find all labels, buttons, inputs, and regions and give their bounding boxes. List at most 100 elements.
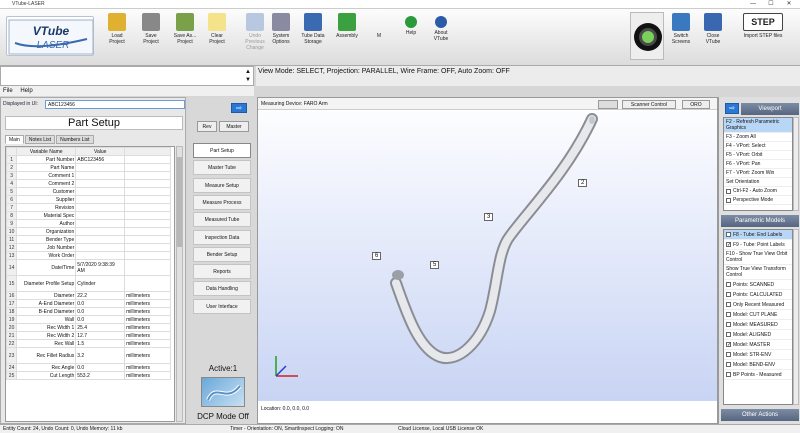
checkbox[interactable] [726,362,731,367]
parametric-model-item[interactable]: Model: BEND-ENV [724,360,792,370]
parametric-model-item[interactable]: ✓ F9 - Tube: Point Labels [724,240,792,250]
table-row[interactable]: 3 Comment 1 [6,171,171,180]
parametric-model-item[interactable]: Points: SCANNED [724,280,792,290]
table-row[interactable]: 10 Organization [6,227,171,236]
checkbox[interactable] [726,372,731,377]
dcp-mode-image[interactable] [201,377,245,407]
graphics-viewport[interactable]: Measuring Device: FARO Arm Scanner Contr… [257,97,718,424]
m-button[interactable]: M [362,11,396,63]
variable-value[interactable] [75,219,126,228]
table-row[interactable]: 15 Diameter Profile Setup Cylinder [6,275,171,292]
collapse-arrow-button[interactable]: ⇨ [725,103,739,114]
table-row[interactable]: 12 Job Number [6,243,171,252]
parametric-model-item[interactable]: Model: STR-ENV [724,350,792,360]
nav-user-interface[interactable]: User Interface [193,298,251,314]
nav-measured-tube[interactable]: Measured Tube [193,212,251,228]
table-row[interactable]: 4 Comment 2 [6,179,171,188]
grid-scrollbar[interactable] [176,146,183,422]
checkbox[interactable] [726,302,731,307]
nav-measure-setup[interactable]: Measure Setup [193,177,251,193]
scanner-control-button[interactable]: Scanner Control [622,100,676,109]
viewport-action-item[interactable]: Perspective Mode [724,196,792,205]
variable-value[interactable]: 22.2 [75,291,126,300]
variable-value[interactable] [75,251,126,260]
trackball-button[interactable] [630,12,664,60]
scrollbar-thumb[interactable] [177,157,182,247]
tube-storage-button[interactable]: Tube Data Storage [296,11,330,63]
variable-value[interactable]: 0.0 [75,299,126,308]
parametric-model-item[interactable]: F10 - Show True View Orbit Control [724,250,792,265]
variable-value[interactable] [75,195,126,204]
scroll-down-icon[interactable]: ▼ [245,77,251,83]
table-row[interactable]: 25 Cut Length 553.2 millimeters [6,371,171,380]
viewport-action-item[interactable]: F3 - Zoom All [724,133,792,142]
variable-value[interactable]: 0.0 [75,315,126,324]
load-project-button[interactable]: Load Project [100,11,134,63]
assembly-button[interactable]: Assembly [330,11,364,63]
table-row[interactable]: 5 Customer [6,187,171,196]
nav-master-tube[interactable]: Master Tube [193,160,251,176]
variable-value[interactable] [75,235,126,244]
table-row[interactable]: 20 Rec Width 1 25.4 millimeters [6,323,171,332]
table-row[interactable]: 6 Supplier [6,195,171,204]
command-input[interactable]: ▲ ▼ [0,66,254,86]
nav-data-handling[interactable]: Data Handling [193,281,251,297]
master-button[interactable]: Master [219,121,249,132]
point-label[interactable]: 5 [430,261,440,269]
variable-value[interactable]: 3.2 [75,347,126,364]
gear-button[interactable]: System Options [264,11,298,63]
table-row[interactable]: 23 Rec Fillet Radius 3.2 millimeters [6,347,171,364]
step-import-button[interactable]: STEP Import STEP files [732,11,794,63]
viewport-action-item[interactable]: F5 - VPort: Orbit [724,151,792,160]
variable-value[interactable] [75,187,126,196]
table-row[interactable]: 1 Part Number ABC123456 [6,155,171,164]
checkbox[interactable] [726,282,731,287]
menu-help[interactable]: Help [20,88,32,94]
expand-arrow-button[interactable]: ⇨ [231,103,247,113]
checkbox[interactable] [726,312,731,317]
variable-value[interactable] [75,171,126,180]
table-row[interactable]: 14 Date/Time 5/7/2020 9:38:39 AM [6,259,171,276]
viewport-action-item[interactable]: F2 - Refresh Parametric Graphics [724,118,792,133]
table-row[interactable]: 11 Bender Type [6,235,171,244]
rev-button[interactable]: Rev [197,121,217,132]
checkbox[interactable] [726,292,731,297]
variable-value[interactable] [75,163,126,172]
save-as-button[interactable]: Save As... Project [168,11,202,63]
checkbox-checked[interactable]: ✓ [726,242,731,248]
info-button[interactable]: About VTube [424,11,458,63]
parametric-model-item[interactable]: Model: ALIGNED [724,330,792,340]
parametric-model-item[interactable]: Model: CUT PLANE [724,310,792,320]
table-row[interactable]: 16 Diameter 22.2 millimeters [6,291,171,300]
parametric-model-item[interactable]: Only Recent Measured [724,300,792,310]
checkbox[interactable] [726,322,731,327]
viewport-action-item[interactable]: Set Orientation [724,178,792,187]
close-vtube-button[interactable]: Close VTube [696,11,730,63]
checkbox[interactable] [726,332,731,337]
variable-value[interactable]: 5/7/2020 9:38:39 AM [75,259,126,276]
parametric-list-scrollbar[interactable] [793,229,799,405]
table-row[interactable]: 22 Rec Wall 1.5 millimeters [6,339,171,348]
displayed-in-ui-field[interactable]: ABC123456 [45,100,185,109]
variable-value[interactable] [75,211,126,220]
viewport-list-scrollbar[interactable] [793,117,799,211]
table-row[interactable]: 7 Revision [6,203,171,212]
parametric-model-item[interactable]: BP Points - Measured [724,370,792,380]
viewport-action-item[interactable]: F6 - VPort: Pan [724,160,792,169]
point-label[interactable]: 6 [372,252,382,260]
variable-value[interactable]: 1.5 [75,339,126,348]
table-row[interactable]: 8 Material Spec [6,211,171,220]
viewport-section-header[interactable]: Viewport [741,103,799,115]
table-row[interactable]: 21 Rec Width 2 12.7 millimeters [6,331,171,340]
checkbox[interactable] [726,232,731,237]
checkbox[interactable] [726,352,731,357]
variable-value[interactable]: ABC123456 [75,155,126,164]
save-project-button[interactable]: Save Project [134,11,168,63]
scroll-up-icon[interactable]: ▲ [245,69,251,75]
tab-numbers-list[interactable]: Numbers List [56,135,94,144]
table-row[interactable]: 13 Work Order [6,251,171,260]
parametric-model-item[interactable]: F8 - Tube: End Labels [724,230,792,240]
parametric-model-item[interactable]: Model: MEASURED [724,320,792,330]
other-actions-header[interactable]: Other Actions [721,409,799,421]
table-row[interactable]: 18 B-End Diameter 0.0 millimeters [6,307,171,316]
